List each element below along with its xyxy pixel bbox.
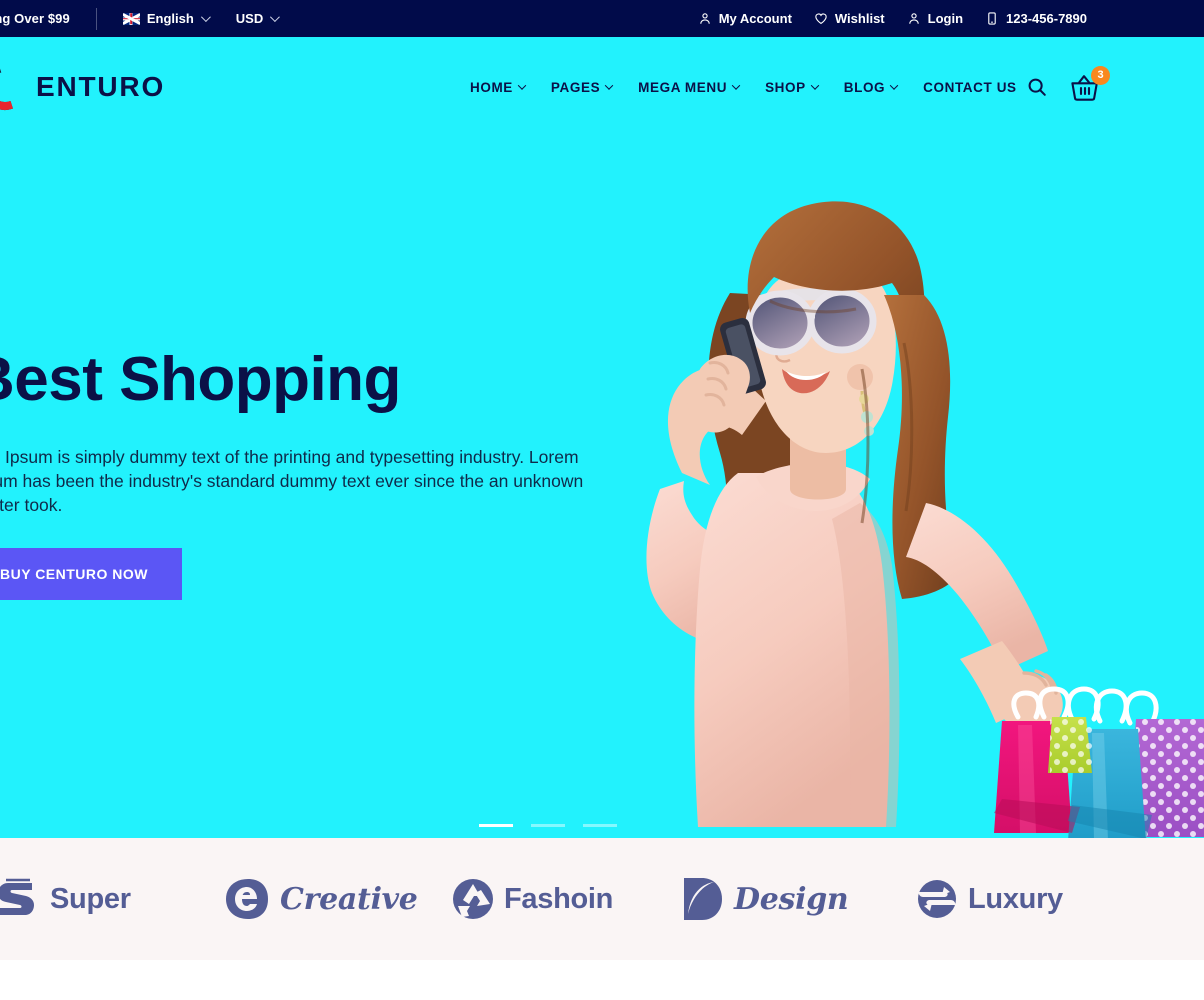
nav-item-home[interactable]: HOME xyxy=(470,79,527,95)
nav-item-pages[interactable]: PAGES xyxy=(550,79,614,95)
brand-logo-fashoin[interactable]: Fashoin xyxy=(452,878,613,920)
language-selector[interactable]: English xyxy=(122,11,211,26)
shipping-notice: Shipping Over $99 xyxy=(0,11,70,26)
nav-label: HOME xyxy=(470,79,513,95)
nav-label: SHOP xyxy=(765,79,806,95)
chevron-down-icon xyxy=(889,81,899,90)
my-account-link[interactable]: My Account xyxy=(698,11,792,26)
hero-copy: Best Shopping rem Ipsum is simply dummy … xyxy=(0,345,610,600)
brand-name: Creative xyxy=(280,881,418,917)
s-monogram-icon xyxy=(0,877,40,921)
logo-text: ENTURO xyxy=(36,71,166,102)
cart-count-badge: 3 xyxy=(1091,65,1110,85)
chevron-down-icon xyxy=(731,81,741,90)
chevron-down-icon xyxy=(517,81,527,90)
nav-label: PAGES xyxy=(550,79,601,95)
brand-logos-strip: Super Creative Fashoin Design Luxury xyxy=(0,838,1204,960)
hero-description: rem Ipsum is simply dummy text of the pr… xyxy=(0,446,584,515)
currency-label: USD xyxy=(235,11,264,26)
nav-label: MEGA MENU xyxy=(638,79,728,95)
brand-logo-super[interactable]: Super xyxy=(0,877,131,921)
chevron-down-icon xyxy=(604,81,614,90)
wishlist-label: Wishlist xyxy=(834,11,885,26)
hero-image-woman-with-shopping-bags xyxy=(532,173,1204,838)
chevron-down-icon xyxy=(200,12,211,23)
search-icon[interactable] xyxy=(1026,76,1048,98)
brand-logo-luxury[interactable]: Luxury xyxy=(916,878,1063,920)
login-label: Login xyxy=(927,11,964,26)
my-account-label: My Account xyxy=(718,11,792,26)
brand-name: Super xyxy=(50,882,131,915)
top-bar-left: Shipping Over $99 English USD xyxy=(0,7,281,30)
brand-name: Luxury xyxy=(968,882,1063,915)
wishlist-link[interactable]: Wishlist xyxy=(814,11,885,26)
e-circle-icon xyxy=(224,878,270,920)
brand-name: Design xyxy=(734,881,849,917)
phone-number: 123-456-7890 xyxy=(1006,11,1087,26)
currency-selector[interactable]: USD xyxy=(235,11,281,26)
heart-icon xyxy=(814,11,828,26)
logo[interactable]: ENTURO xyxy=(0,64,165,110)
nav-label: CONTACT US xyxy=(923,79,1017,95)
brand-logo-creative[interactable]: Creative xyxy=(224,878,418,920)
brand-name: Fashoin xyxy=(504,882,614,915)
language-label: English xyxy=(146,11,194,26)
slider-dot-3[interactable] xyxy=(583,824,617,827)
brand-logo-design[interactable]: Design xyxy=(680,876,849,922)
hero-slider: Best Shopping rem Ipsum is simply dummy … xyxy=(0,137,1204,838)
page-content-below xyxy=(0,960,1204,1000)
uk-flag-icon xyxy=(122,12,140,25)
slider-dot-2[interactable] xyxy=(531,824,565,827)
mobile-phone-icon xyxy=(985,11,999,26)
divider xyxy=(95,7,97,30)
top-bar-right: My Account Wishlist Login 123-456-7890 xyxy=(698,0,1087,37)
slider-pagination xyxy=(479,824,617,827)
leaf-d-icon xyxy=(680,876,724,922)
nav-label: BLOG xyxy=(843,79,886,95)
nav-item-mega-menu[interactable]: MEGA MENU xyxy=(638,79,741,95)
hero-title: Best Shopping xyxy=(0,345,401,414)
buy-now-button[interactable]: BUY CENTURO NOW xyxy=(0,547,183,600)
user-icon xyxy=(698,11,712,26)
recycle-icon xyxy=(452,878,494,920)
phone-link[interactable]: 123-456-7890 xyxy=(985,11,1087,26)
main-navigation: HOME PAGES MEGA MENU SHOP BLOG CONTACT U… xyxy=(470,37,1017,137)
chevron-down-icon xyxy=(810,81,819,90)
chevron-down-icon xyxy=(270,12,281,23)
site-header: ENTURO HOME PAGES MEGA MENU SHOP BLOG CO… xyxy=(0,37,1204,137)
centuro-c-logo-icon xyxy=(0,64,28,110)
user-icon xyxy=(907,11,921,26)
slider-dot-1[interactable] xyxy=(479,824,513,827)
login-link[interactable]: Login xyxy=(907,11,963,26)
nav-item-blog[interactable]: BLOG xyxy=(843,79,899,95)
globe-swoosh-icon xyxy=(916,878,958,920)
nav-item-contact-us[interactable]: CONTACT US xyxy=(923,80,1017,95)
nav-item-shop[interactable]: SHOP xyxy=(765,79,819,95)
cart-button[interactable]: 3 xyxy=(1070,65,1110,101)
top-bar: Shipping Over $99 English USD My Account… xyxy=(0,0,1204,37)
header-actions: 3 xyxy=(1026,37,1110,137)
